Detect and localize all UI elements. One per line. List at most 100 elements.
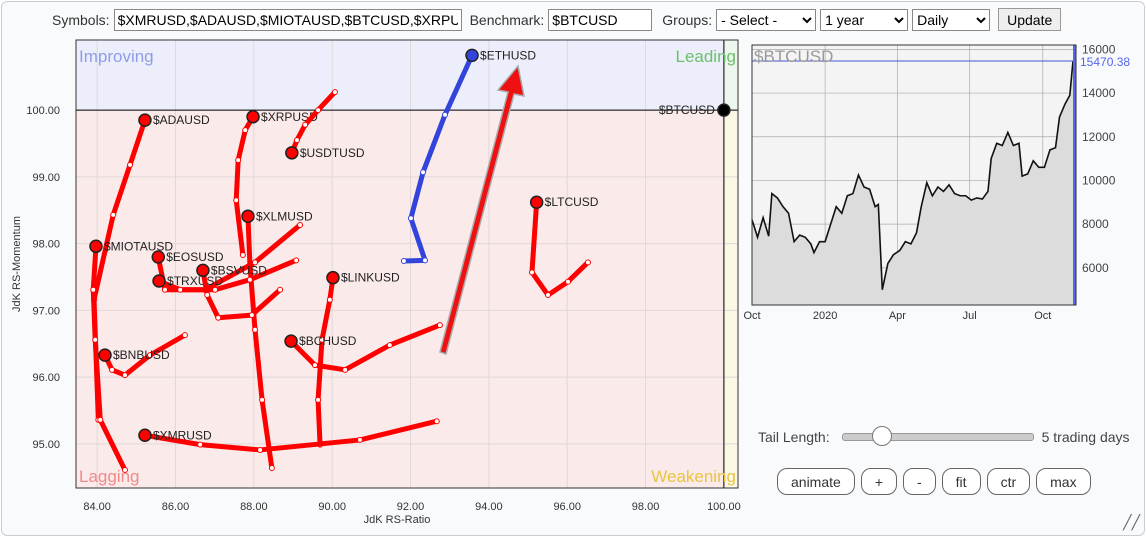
y-tick-label: 98.00 [32,239,60,251]
y-tick-label: 97.00 [32,305,60,317]
mini-chart-title: $BTCUSD [754,47,833,66]
fit-button[interactable]: fit [941,468,981,495]
tail-point [433,418,440,425]
x-tick-label: 94.00 [475,501,503,513]
tail-length-control: Tail Length: 5 trading days [758,426,1130,446]
tail-point [422,257,429,264]
tail-point [441,111,448,118]
tail-point [564,278,571,285]
head-point [138,113,152,127]
mini-x-tick: Jul [963,310,977,322]
mini-x-tick: 2020 [813,310,837,322]
tail-length-label: Tail Length: [758,429,830,445]
series-label: $EOSUSD [166,250,224,264]
series-label: $BTCUSD [659,103,715,117]
tail-point [584,259,591,266]
tail-point [297,221,304,228]
tail-point [342,366,349,373]
series-label: $BCHUSD [299,334,357,348]
animate-button[interactable]: animate [777,468,855,495]
tail-point [110,211,117,218]
x-tick-label: 100.00 [707,501,741,513]
x-tick-label: 98.00 [632,501,660,513]
tail-point [197,441,204,448]
head-point [138,428,152,443]
x-tick-label: 84.00 [83,501,111,513]
series-label: $XLMUSD [256,209,313,223]
x-tick-label: 86.00 [162,501,190,513]
tail-point [97,416,104,423]
tail-point [252,326,259,333]
tail-point [400,257,407,264]
head-point [284,334,298,348]
tail-point [386,342,393,349]
zoom-in-button[interactable]: + [860,468,897,495]
tail-length-value: 5 trading days [1041,429,1130,445]
tail-point [407,215,414,222]
head-point [241,209,255,224]
quadrant-label-improving: Improving [79,47,154,66]
tail-point [92,336,99,343]
tail-point [242,127,249,134]
y-tick-label: 96.00 [32,372,60,384]
head-point [465,48,479,63]
tail-point [248,312,255,319]
head-point [246,110,260,124]
series-label: $MIOTAUSD [104,239,173,253]
tail-point [315,107,322,114]
rrg-chart[interactable]: 84.00 86.00 88.00 90.00 92.00 94.00 96.00 98.00… [0,0,1146,537]
x-tick-label: 90.00 [318,501,346,513]
quadrant-weakening [723,110,738,489]
head-point [98,348,112,362]
head-point [717,103,731,117]
tail-point [257,446,264,453]
y-tick-label: 99.00 [32,172,60,184]
series-label: $XMRUSD [153,428,212,442]
mini-x-tick: Oct [1034,310,1051,322]
tail-point [121,466,128,473]
tail-point [420,169,427,176]
tail-point [293,257,300,264]
tail-point [215,314,222,321]
tail-point [204,292,211,299]
tail-point [259,396,266,403]
last-price-label: 15470.38 [1080,55,1130,69]
mini-y-tick: 12000 [1082,130,1116,144]
tail-point [436,322,443,329]
zoom-out-button[interactable]: - [903,468,936,495]
resize-grip-icon[interactable]: ╱╱ [1123,514,1140,531]
mini-x-tick: Oct [743,310,760,322]
quadrant-label-leading: Leading [675,47,736,66]
tail-point [293,137,300,144]
head-point [89,239,103,254]
tail-point [90,286,97,293]
center-button[interactable]: ctr [986,468,1031,495]
mini-y-tick: 6000 [1082,261,1109,275]
tail-point [127,161,134,168]
mini-x-tick: Apr [889,310,906,322]
tail-point [277,286,284,293]
tail-length-slider[interactable] [841,426,1034,446]
slider-knob[interactable] [871,426,892,446]
tail-point [233,197,240,204]
head-point [285,146,299,160]
tail-point [181,332,188,339]
series-label: $USDTUSD [300,146,365,160]
max-button[interactable]: max [1036,468,1091,495]
mini-y-tick: 14000 [1082,86,1116,100]
tail-point [315,396,322,403]
head-point [529,195,544,209]
series-label: $LINKUSD [341,271,400,285]
chart-buttons: animate + - fit ctr max [777,468,1091,495]
head-point [326,270,340,285]
tail-point [331,89,338,96]
tail-point [121,372,128,379]
x-tick-label: 96.00 [553,501,581,513]
x-tick-label: 92.00 [397,501,425,513]
series-label: $BSVUSD [211,263,267,277]
series-label: $LTCUSD [545,195,599,209]
series-label: $ETHUSD [480,48,536,62]
tail-point [302,121,309,128]
head-point [152,274,166,288]
tail-point [246,276,253,283]
